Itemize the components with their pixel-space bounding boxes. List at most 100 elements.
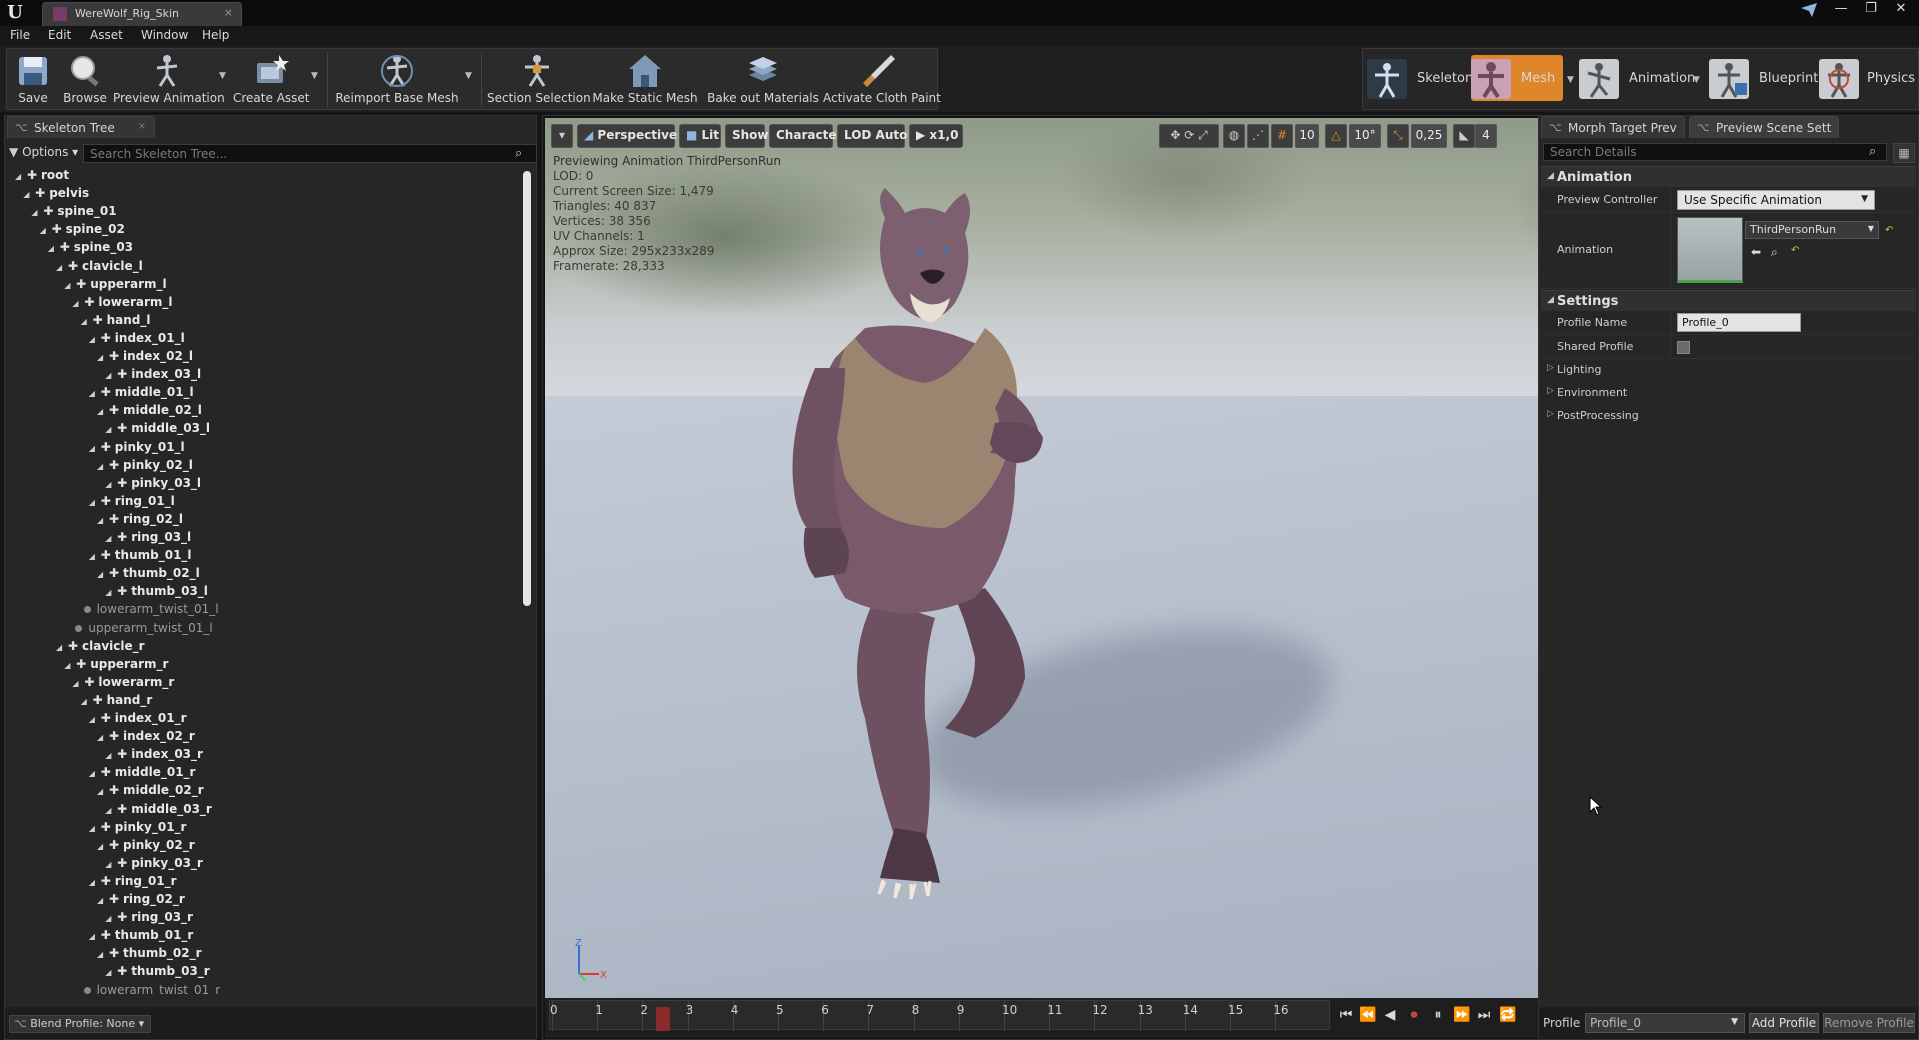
tree-bone-row[interactable]: ◢ ✚ middle_01_l: [89, 385, 194, 403]
timeline-scrubber[interactable]: [656, 1007, 671, 1031]
settings-category-header[interactable]: ◢ Settings: [1541, 290, 1916, 311]
expand-arrow-icon[interactable]: ◢: [89, 824, 99, 833]
pause-icon[interactable]: ⏸: [1427, 1004, 1449, 1026]
tree-bone-row[interactable]: ◢ ✚ thumb_03_l: [105, 584, 208, 602]
expand-arrow-icon[interactable]: ◢: [105, 968, 115, 977]
physics-mode-button[interactable]: Physics: [1819, 55, 1919, 101]
expand-arrow-icon[interactable]: ◢: [97, 842, 107, 851]
tree-bone-row[interactable]: ◢ ✚ middle_02_r: [97, 783, 204, 801]
tree-bone-row[interactable]: ◢ ✚ hand_l: [81, 313, 151, 331]
step-forward-icon[interactable]: ⏩: [1451, 1004, 1473, 1026]
perspective-button[interactable]: ◢ Perspective: [577, 124, 677, 148]
mesh-mode-button[interactable]: Mesh: [1471, 55, 1563, 101]
use-selected-icon[interactable]: ⬅: [1751, 245, 1761, 259]
preview-animation-button[interactable]: Preview Animation: [113, 49, 225, 111]
play-reverse-icon[interactable]: ◀: [1379, 1004, 1401, 1026]
mesh-mode-dropdown-icon[interactable]: ▼: [1567, 75, 1574, 85]
blueprint-mode-button[interactable]: Blueprint: [1709, 55, 1818, 101]
rotation-snap-icon[interactable]: △: [1325, 124, 1347, 148]
timeline-track[interactable]: 0 1 2 3 4 5 6 7 8 9 10 11 12 13 14 15 16: [549, 1000, 1330, 1031]
tree-bone-row[interactable]: ◢ ✚ upperarm_r: [64, 657, 168, 675]
tree-bone-row[interactable]: ◢ ✚ middle_02_l: [97, 403, 202, 421]
camera-speed-icon[interactable]: ◣: [1453, 124, 1475, 148]
tree-bone-row[interactable]: ◢ ✚ thumb_02_l: [97, 566, 200, 584]
minimize-button[interactable]: —: [1826, 0, 1856, 20]
step-back-icon[interactable]: ⏪: [1357, 1004, 1379, 1026]
animation-mode-button[interactable]: Animation: [1579, 55, 1695, 101]
tab-skeleton-tree[interactable]: ⌥ Skeleton Tree ×: [7, 116, 155, 138]
lod-auto-button[interactable]: LOD Auto: [837, 124, 907, 148]
profile-dropdown[interactable]: Profile_0 ▼: [1585, 1013, 1745, 1033]
expand-arrow-icon[interactable]: ◢: [56, 263, 66, 272]
lighting-section[interactable]: ▷ Lighting: [1541, 359, 1916, 381]
save-button[interactable]: Save: [9, 49, 57, 111]
tree-bone-row[interactable]: ◢ ✚ pinky_01_l: [89, 440, 185, 458]
animation-asset-dropdown[interactable]: ThirdPersonRun ▼: [1745, 221, 1879, 239]
tree-bone-row[interactable]: ◢ ✚ spine_02: [40, 222, 125, 240]
maximize-button[interactable]: ❐: [1856, 0, 1886, 20]
animation-mode-dropdown-icon[interactable]: ▼: [1693, 75, 1700, 85]
tree-bone-row[interactable]: ◢ ✚ thumb_03_r: [105, 964, 210, 982]
tree-bone-row[interactable]: ◢ ✚ index_01_r: [89, 711, 187, 729]
record-icon[interactable]: ⏺: [1403, 1004, 1425, 1026]
make-static-mesh-button[interactable]: Make Static Mesh: [591, 49, 699, 111]
tree-bone-row[interactable]: ◢ ✚ middle_03_r: [105, 802, 212, 820]
view-options-icon[interactable]: ▦: [1893, 143, 1915, 163]
skeleton-mode-button[interactable]: Skeleton: [1367, 55, 1473, 101]
lit-button[interactable]: ■ Lit: [679, 124, 721, 148]
reimport-base-mesh-button[interactable]: Reimport Base Mesh: [333, 49, 461, 111]
expand-arrow-icon[interactable]: ◢: [56, 643, 66, 652]
search-icon[interactable]: ⌕: [515, 146, 522, 161]
expand-arrow-icon[interactable]: ◢: [64, 661, 74, 670]
shared-profile-checkbox[interactable]: [1677, 341, 1690, 354]
expand-arrow-icon[interactable]: ◢: [97, 733, 107, 742]
expand-arrow-icon[interactable]: ◢: [40, 226, 50, 235]
go-to-end-icon[interactable]: ⏭: [1473, 1004, 1495, 1026]
tree-bone-row[interactable]: ◢ ✚ ring_01_l: [89, 494, 175, 512]
scale-snap-value[interactable]: 0,25: [1411, 124, 1447, 148]
camera-speed-value[interactable]: 4: [1475, 124, 1497, 148]
tree-bone-row[interactable]: ◢ ✚ thumb_01_r: [89, 928, 194, 946]
loop-icon[interactable]: 🔁: [1497, 1004, 1519, 1026]
tree-bone-row[interactable]: ◢ ✚ pinky_01_r: [89, 820, 187, 838]
expand-arrow-icon[interactable]: ◢: [89, 932, 99, 941]
tree-bone-row[interactable]: ◢ ✚ root: [15, 168, 69, 186]
tree-bone-row[interactable]: ◢ ✚ index_02_r: [97, 729, 195, 747]
skeleton-tree-scrollbar[interactable]: [523, 171, 531, 606]
tree-bone-row[interactable]: ◢ ✚ pinky_03_r: [105, 856, 203, 874]
tree-bone-row[interactable]: ◢ ✚ index_01_l: [89, 331, 185, 349]
expand-arrow-icon[interactable]: ◢: [89, 335, 99, 344]
tree-bone-row[interactable]: ◢ ✚ ring_02_l: [97, 512, 183, 530]
expand-arrow-icon[interactable]: ◢: [97, 462, 107, 471]
expand-arrow-icon[interactable]: ◢: [81, 697, 91, 706]
skeleton-tree-list[interactable]: ◢ ✚ root ◢ ✚ pelvis ◢ ✚ spine_01 ◢ ✚ spine_02 ◢ ✚ spin…: [5, 168, 525, 996]
tree-bone-row[interactable]: ◢ ✚ ring_02_r: [97, 892, 185, 910]
expand-arrow-icon[interactable]: ◢: [105, 480, 115, 489]
tree-bone-row[interactable]: ◢ ✚ spine_03: [48, 240, 133, 258]
tree-bone-row[interactable]: ◢ ✚ index_03_r: [105, 747, 203, 765]
expand-arrow-icon[interactable]: ◢: [97, 570, 107, 579]
section-selection-button[interactable]: Section Selection: [487, 49, 591, 111]
reimport-dropdown-icon[interactable]: ▼: [465, 71, 472, 81]
tree-bone-row[interactable]: ◢ ✚ ring_03_l: [105, 530, 191, 548]
notification-icon[interactable]: [1798, 2, 1820, 22]
expand-arrow-icon[interactable]: ◢: [97, 896, 107, 905]
expand-arrow-icon[interactable]: ◢: [64, 281, 74, 290]
menu-help[interactable]: Help: [202, 28, 229, 42]
menu-asset[interactable]: Asset: [90, 28, 123, 42]
menu-file[interactable]: File: [10, 28, 30, 42]
document-tab-close-icon[interactable]: ×: [224, 6, 233, 19]
expand-arrow-icon[interactable]: ◢: [72, 679, 82, 688]
expand-arrow-icon[interactable]: ◢: [31, 208, 41, 217]
grid-snap-icon[interactable]: #: [1271, 124, 1293, 148]
tree-bone-row[interactable]: ◢ ✚ pinky_03_l: [105, 476, 201, 494]
animation-category-header[interactable]: ◢ Animation: [1541, 166, 1916, 187]
tree-bone-row[interactable]: ◢ ✚ index_02_l: [97, 349, 193, 367]
search-icon[interactable]: ⌕: [1869, 144, 1876, 159]
tree-bone-row[interactable]: ◢ ✚ upperarm_l: [64, 277, 166, 295]
preview-animation-dropdown-icon[interactable]: ▼: [219, 71, 226, 81]
activate-cloth-paint-button[interactable]: Activate Cloth Paint: [823, 49, 941, 111]
tree-socket-row[interactable]: upperarm_twist_01_l: [72, 621, 213, 639]
close-window-button[interactable]: ✕: [1886, 0, 1916, 20]
grid-snap-value[interactable]: 10: [1295, 124, 1319, 148]
